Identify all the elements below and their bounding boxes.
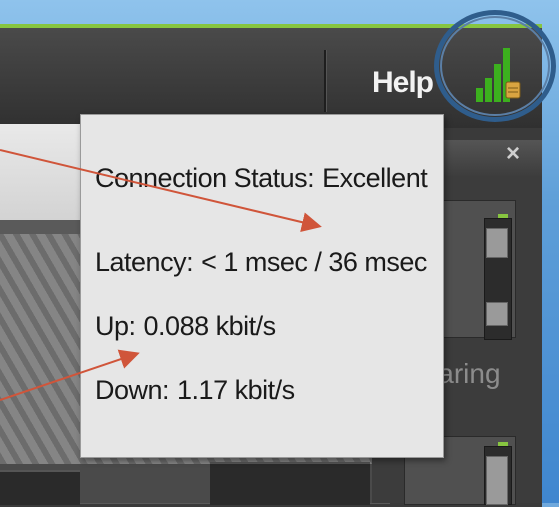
footer-tab[interactable] [210, 462, 370, 505]
download-row: Down: 1.17 kbit/s [95, 375, 295, 406]
download-value: 1.17 kbit/s [177, 375, 295, 405]
connection-status-row: Connection Status: Excellent [95, 163, 428, 194]
menu-divider [324, 50, 327, 112]
upload-value: 0.088 kbit/s [143, 311, 277, 341]
connection-status-value: Excellent [322, 163, 428, 193]
upload-label: Up: [95, 311, 136, 341]
pod-status-indicator [498, 442, 508, 446]
latency-label: Latency: [95, 247, 194, 277]
connection-status-tooltip: Connection Status: Excellent Latency: < 1 … [80, 114, 444, 458]
upload-row: Up: 0.088 kbit/s [95, 311, 276, 342]
close-icon[interactable]: × [506, 140, 520, 168]
footer-tab[interactable] [0, 470, 80, 505]
download-label: Down: [95, 375, 170, 405]
connection-status-label: Connection Status: [95, 163, 315, 193]
annotation-highlight-ring-inner [440, 16, 550, 116]
pod-scroll-thumb[interactable] [486, 456, 508, 505]
help-menu[interactable]: Help [372, 66, 434, 100]
pod-scroll-thumb[interactable] [486, 302, 508, 326]
latency-row: Latency: < 1 msec / 36 msec [95, 247, 427, 278]
pod-scroll-thumb[interactable] [486, 228, 508, 258]
pod-status-indicator [498, 214, 508, 218]
latency-value: < 1 msec / 36 msec [201, 247, 427, 277]
